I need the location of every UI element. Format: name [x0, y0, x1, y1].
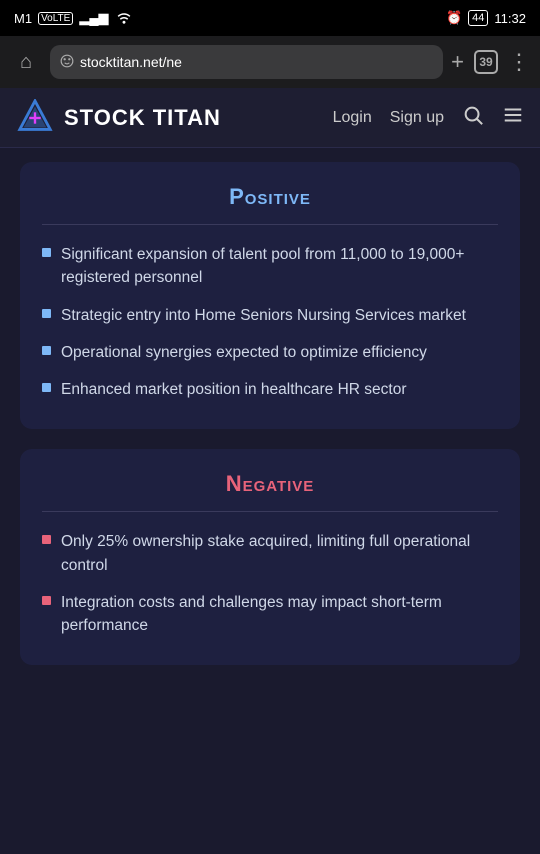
status-right: ⏰ 44 11:32: [446, 10, 526, 26]
signal-icon: ▂▄▆: [79, 10, 108, 26]
list-item: Integration costs and challenges may imp…: [42, 591, 498, 638]
wifi-icon: [115, 10, 133, 27]
site-title-text: STOCK TITAN: [64, 105, 221, 131]
tab-count[interactable]: 39: [474, 50, 498, 74]
positive-item-1: Significant expansion of talent pool fro…: [61, 243, 498, 290]
negative-item-1: Only 25% ownership stake acquired, limit…: [61, 530, 498, 577]
positive-card: Positive Significant expansion of talent…: [20, 162, 520, 429]
negative-divider: [42, 511, 498, 512]
negative-list: Only 25% ownership stake acquired, limit…: [42, 530, 498, 637]
status-bar: M1 VoLTE ▂▄▆ ⏰ 44 11:32: [0, 0, 540, 36]
menu-icon[interactable]: [502, 104, 524, 132]
volte-badge: VoLTE: [38, 12, 73, 25]
list-item: Operational synergies expected to optimi…: [42, 341, 498, 364]
positive-item-4: Enhanced market position in healthcare H…: [61, 378, 407, 401]
signup-link[interactable]: Sign up: [390, 109, 444, 127]
bullet-icon: [42, 596, 51, 605]
time-display: 11:32: [494, 11, 526, 26]
negative-item-2: Integration costs and challenges may imp…: [61, 591, 498, 638]
site-header: STOCK TITAN Login Sign up: [0, 88, 540, 148]
positive-item-2: Strategic entry into Home Seniors Nursin…: [61, 304, 466, 327]
bullet-icon: [42, 535, 51, 544]
alarm-icon: ⏰: [446, 10, 462, 26]
status-left: M1 VoLTE ▂▄▆: [14, 10, 133, 27]
main-content: Positive Significant expansion of talent…: [0, 162, 540, 715]
list-item: Enhanced market position in healthcare H…: [42, 378, 498, 401]
address-bar[interactable]: stocktitan.net/ne: [50, 45, 443, 79]
home-button[interactable]: ⌂: [10, 51, 42, 74]
security-icon: [60, 54, 74, 71]
list-item: Significant expansion of talent pool fro…: [42, 243, 498, 290]
battery-indicator: 44: [468, 10, 488, 26]
new-tab-button[interactable]: +: [451, 49, 464, 75]
list-item: Strategic entry into Home Seniors Nursin…: [42, 304, 498, 327]
search-icon[interactable]: [462, 104, 484, 132]
browser-actions: + 39 ⋮: [451, 49, 530, 75]
login-link[interactable]: Login: [333, 109, 372, 127]
bullet-icon: [42, 383, 51, 392]
site-nav: Login Sign up: [333, 104, 524, 132]
site-logo[interactable]: STOCK TITAN: [16, 99, 333, 137]
negative-card: Negative Only 25% ownership stake acquir…: [20, 449, 520, 665]
bullet-icon: [42, 346, 51, 355]
address-text: stocktitan.net/ne: [80, 54, 182, 70]
positive-title: Positive: [42, 184, 498, 210]
carrier-label: M1: [14, 11, 32, 26]
logo-icon: [16, 99, 54, 137]
positive-list: Significant expansion of talent pool fro…: [42, 243, 498, 401]
more-options-button[interactable]: ⋮: [508, 49, 530, 75]
list-item: Only 25% ownership stake acquired, limit…: [42, 530, 498, 577]
positive-item-3: Operational synergies expected to optimi…: [61, 341, 427, 364]
browser-bar: ⌂ stocktitan.net/ne + 39 ⋮: [0, 36, 540, 88]
negative-title: Negative: [42, 471, 498, 497]
positive-divider: [42, 224, 498, 225]
bullet-icon: [42, 309, 51, 318]
bullet-icon: [42, 248, 51, 257]
